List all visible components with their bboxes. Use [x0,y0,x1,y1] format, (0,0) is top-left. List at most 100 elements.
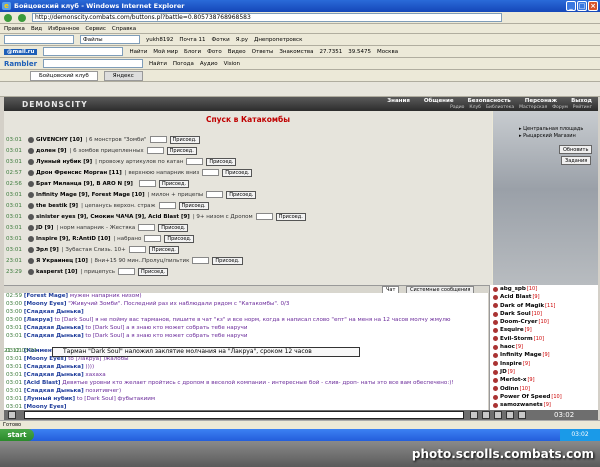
location-central-square[interactable]: ▸ Центральная площадь [519,126,583,133]
subnav-library[interactable]: Библиотека [486,105,514,110]
online-user-name[interactable]: Doom-Cryer [500,318,538,326]
nav-knowledge[interactable]: Знания [387,98,410,104]
toolbar-item-audio[interactable]: Аудио [200,61,218,67]
tab-yandex[interactable]: Яндекс [103,70,143,81]
chat-nick[interactable]: [Сладкая Дынька] [24,325,84,331]
online-user-name[interactable]: samozwanets [500,401,543,409]
online-user-name[interactable]: Esquire [500,326,524,334]
rambler-search-input[interactable] [43,59,144,68]
toolbar-search-input[interactable] [4,35,74,44]
menu-item-tools[interactable]: Сервис [85,26,106,32]
online-user-name[interactable]: Merlot-x [500,376,526,384]
join-button[interactable]: Присоед. [158,179,190,188]
toolbar-item-user[interactable]: yukh8192 [146,37,173,43]
group-password-input[interactable] [206,191,224,198]
join-button[interactable]: Присоед. [148,245,179,254]
chat-nick[interactable]: [Moony Eyes] [24,301,67,307]
toolbar-item-weather[interactable]: Погода [173,61,194,67]
subnav-radio[interactable]: Радио [450,105,464,110]
subnav-rating[interactable]: Рейтинг [573,105,592,110]
toolbar-item-photos[interactable]: Фотки [212,37,230,43]
online-user[interactable]: Power Of Speed [10] [490,393,598,401]
online-user-name[interactable]: Infinity Mage [500,351,542,359]
online-user[interactable]: Acid Blast [9] [490,293,598,301]
online-user[interactable]: JD [9] [490,368,598,376]
online-user[interactable]: abg_spb [10] [490,285,598,293]
smiles-icon[interactable] [482,411,490,419]
join-button[interactable]: Присоед. [206,157,237,166]
chat-nick[interactable]: [Сладкая Дынька] [24,333,84,339]
subnav-forum[interactable]: Форум [552,105,568,110]
chat-nick[interactable]: [Сладкая Дынька] [24,388,84,394]
online-user[interactable]: Doom-Cryer [10] [490,318,598,326]
online-user-name[interactable]: Acid Blast [500,293,531,301]
join-button[interactable]: Присоед. [164,234,195,243]
group-password-input[interactable] [138,180,156,187]
mailru-search-input[interactable] [43,47,124,56]
close-button[interactable]: × [588,1,598,11]
join-button[interactable]: Присоед. [226,190,257,199]
weather-city[interactable]: Москва [377,49,398,55]
toolbar-item-blogs[interactable]: Блоги [184,49,201,55]
refresh-button[interactable]: Обновить [559,145,593,154]
join-button[interactable]: Присоед. [275,212,306,221]
toolbar-item-video[interactable]: Видео [228,49,246,55]
online-user[interactable]: Dark Soul [10] [490,310,598,318]
join-button[interactable]: Присоед. [158,223,189,232]
group-password-input[interactable] [128,246,146,253]
clear-icon[interactable] [494,411,502,419]
online-user[interactable]: Esquire [9] [490,326,598,334]
chat-nick[interactable]: [Forest Mage] [24,293,68,299]
toolbar-item-city[interactable]: Днепропетровск [254,37,302,43]
subnav-workshop[interactable]: Мастерская [519,105,547,110]
nav-character[interactable]: Персонаж [525,98,557,104]
url-input[interactable]: http://demonscity.combats.com/buttons.pl… [32,13,502,22]
toolbar-item-yaru[interactable]: Я.ру [236,37,248,43]
online-user-name[interactable]: JD [500,368,507,376]
menu-item-favorites[interactable]: Избранное [48,26,79,32]
chat-nick[interactable]: [Лакруа] [24,317,53,323]
back-icon[interactable] [4,13,12,22]
filter-icon[interactable] [518,411,526,419]
online-user-name[interactable]: haoc [500,343,515,351]
online-user-name[interactable]: Dark Soul [500,310,531,318]
subnav-club[interactable]: Клуб [469,105,481,110]
group-password-input[interactable] [255,213,273,220]
forward-icon[interactable] [18,13,26,22]
group-password-input[interactable] [202,169,220,176]
online-user-name[interactable]: Evil-Storm [500,335,533,343]
online-user[interactable]: Merlot-x [9] [490,376,598,384]
join-button[interactable]: Присоед. [212,256,243,265]
chat-nick[interactable]: [Acid Blast] [24,380,61,386]
toolbar-item-vision[interactable]: Vision [224,61,240,67]
chat-nick[interactable]: [Сладкая Дынька] [24,364,84,370]
group-password-input[interactable] [144,235,162,242]
group-password-input[interactable] [118,268,136,275]
online-user[interactable]: Evil-Storm [10] [490,335,598,343]
group-password-input[interactable] [186,158,204,165]
online-user[interactable]: Inspire [9] [490,360,598,368]
mailru-search-button[interactable]: Найти [129,49,147,55]
send-icon[interactable] [470,411,478,419]
toolbar-item-myworld[interactable]: Мой мир [153,49,178,55]
chat-settings-icon[interactable] [8,411,16,419]
online-user-name[interactable]: Odinn [500,385,519,393]
chat-nick[interactable]: [Лунный нубик] [24,396,75,402]
toolbar-item-answers[interactable]: Ответы [252,49,274,55]
online-user-name[interactable]: Inspire [500,360,522,368]
online-user[interactable]: Odinn [10] [490,385,598,393]
chat-nick[interactable]: [Moony Eyes] [24,356,67,362]
toolbar-item-photo[interactable]: Фото [207,49,222,55]
toolbar-item-mail[interactable]: Почта 11 [179,37,205,43]
group-password-input[interactable] [149,136,167,143]
files-select[interactable]: Файлы [80,35,140,44]
online-user[interactable]: Infinity Mage [9] [490,351,598,359]
join-button[interactable]: Присоед. [178,201,209,210]
join-button[interactable]: Присоед. [169,135,200,144]
chat-nick[interactable]: [Moony Eyes] [24,404,67,410]
online-user[interactable]: Dark of Magik [11] [490,302,598,310]
toolbar-item-dating[interactable]: Знакомства [279,49,313,55]
tasks-button[interactable]: Задания [561,156,592,165]
minimize-button[interactable]: _ [566,1,576,11]
online-user-name[interactable]: Dark of Magik [500,302,544,310]
